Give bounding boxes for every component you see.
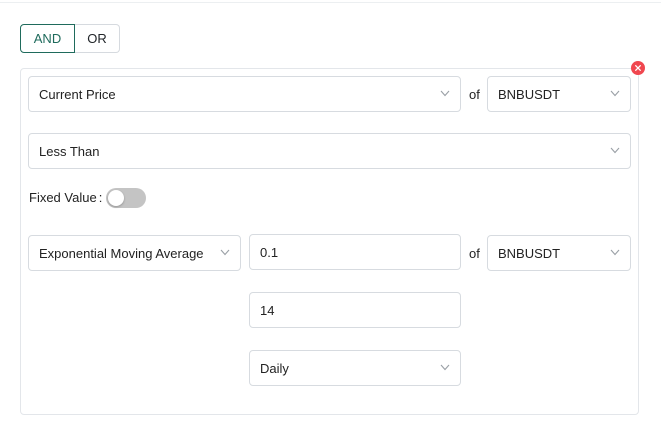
left-indicator-select[interactable]: Current Price	[28, 76, 461, 112]
chevron-down-icon	[220, 249, 230, 256]
top-divider	[0, 2, 661, 3]
multiplier-value: 0.1	[260, 244, 279, 260]
remove-condition-button[interactable]	[631, 61, 645, 75]
chevron-down-icon	[610, 90, 620, 97]
period-value: 14	[260, 302, 275, 318]
operator-select[interactable]: Less Than	[28, 133, 631, 169]
right-of-label: of	[469, 246, 480, 261]
and-button[interactable]: AND	[20, 24, 75, 53]
chevron-down-icon	[610, 147, 620, 154]
chevron-down-icon	[440, 90, 450, 97]
close-icon	[635, 65, 641, 71]
interval-value: Daily	[260, 360, 289, 376]
fixed-value-label: Fixed Value:	[29, 190, 102, 205]
left-indicator-value: Current Price	[39, 86, 116, 102]
period-input[interactable]: 14	[249, 292, 461, 328]
left-symbol-value: BNBUSDT	[498, 86, 561, 102]
right-indicator-select[interactable]: Exponential Moving Average	[28, 235, 241, 271]
fixed-value-colon: :	[98, 190, 103, 205]
right-symbol-select[interactable]: BNBUSDT	[487, 235, 631, 271]
logic-toggle: AND OR	[20, 24, 120, 53]
or-button[interactable]: OR	[75, 24, 120, 53]
switch-knob	[108, 190, 124, 206]
fixed-value-text: Fixed Value	[29, 190, 97, 205]
chevron-down-icon	[610, 249, 620, 256]
multiplier-input[interactable]: 0.1	[249, 234, 461, 270]
operator-value: Less Than	[39, 143, 100, 159]
left-symbol-select[interactable]: BNBUSDT	[487, 76, 631, 112]
fixed-value-switch[interactable]	[106, 188, 146, 208]
interval-select[interactable]: Daily	[249, 350, 461, 386]
right-indicator-value: Exponential Moving Average	[39, 245, 204, 261]
left-of-label: of	[469, 87, 480, 102]
chevron-down-icon	[440, 364, 450, 371]
right-symbol-value: BNBUSDT	[498, 245, 561, 261]
